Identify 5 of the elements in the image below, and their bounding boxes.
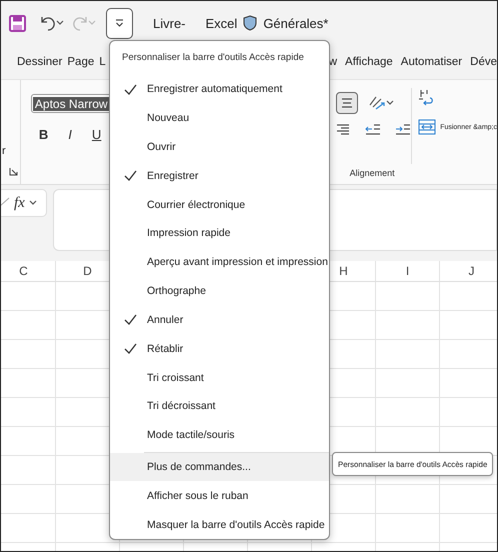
group-label: Alignement: [350, 168, 396, 178]
group-label: r: [2, 145, 7, 157]
app-name: Excel: [206, 16, 238, 30]
menu-title: Personnaliser la barre d'outils Accès rapide: [121, 51, 305, 65]
file-name: Livre-: [153, 16, 186, 30]
